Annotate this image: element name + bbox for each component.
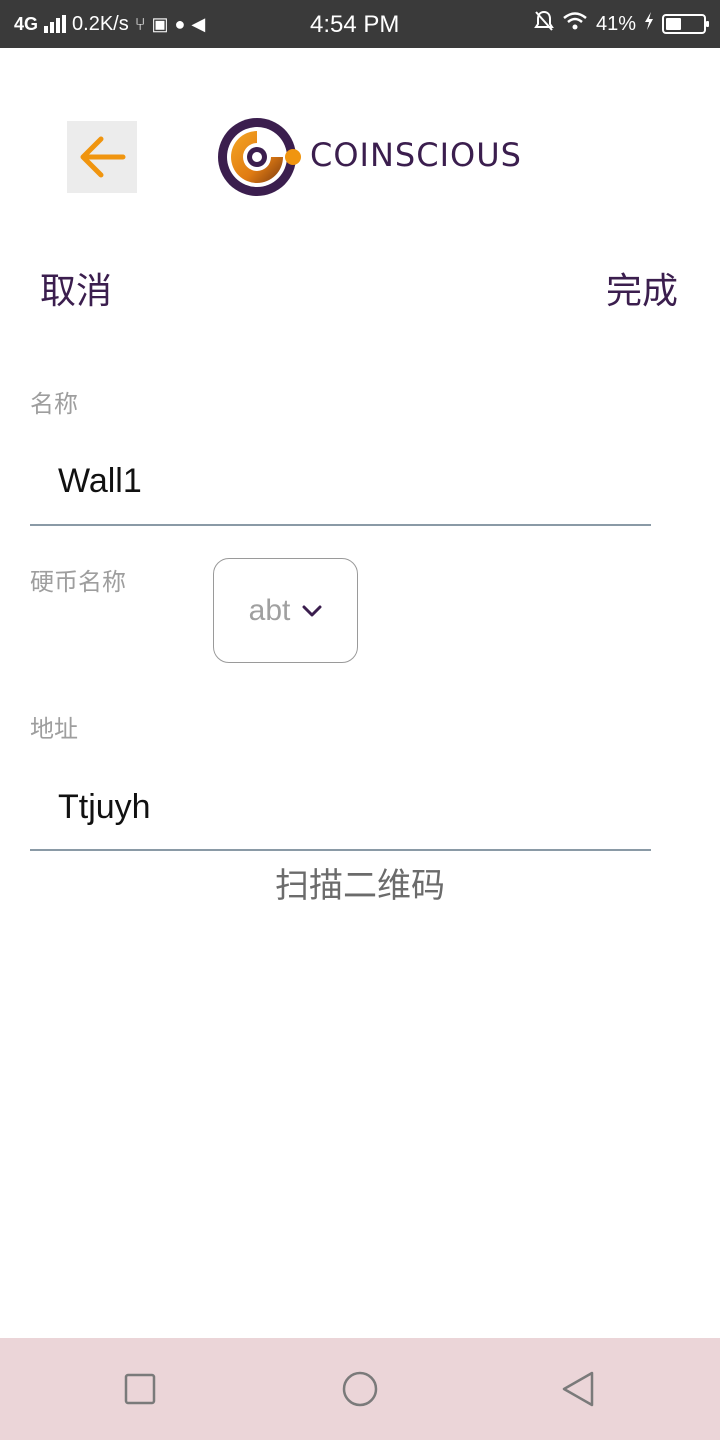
coin-select-value: abt (248, 593, 291, 627)
home-button[interactable] (310, 1338, 410, 1440)
status-time: 4:54 PM (310, 11, 400, 38)
signal-icon (44, 15, 67, 33)
back-nav-button[interactable] (528, 1338, 628, 1440)
address-label: 地址 (30, 715, 78, 743)
volume-icon: ◀ (191, 13, 206, 34)
status-left: 4G 0.2K/s ⑂ ▣ ● ◀ (14, 0, 205, 48)
name-input[interactable]: Wall1 (58, 462, 142, 501)
address-input[interactable]: Ttjuyh (58, 788, 151, 827)
status-bar: 4G 0.2K/s ⑂ ▣ ● ◀ 4:54 PM 41% (0, 0, 720, 48)
circle-icon (342, 1371, 378, 1407)
bell-off-icon (534, 10, 554, 38)
coin-label: 硬币名称 (30, 568, 126, 596)
wifi-icon (562, 11, 588, 37)
network-type: 4G (14, 13, 39, 34)
arrow-left-icon (80, 136, 126, 178)
address-underline (30, 849, 651, 851)
scan-qr-button[interactable]: 扫描二维码 (0, 858, 720, 907)
chevron-down-icon (302, 605, 322, 616)
network-speed: 0.2K/s (72, 12, 129, 35)
name-label: 名称 (30, 390, 78, 418)
coin-select[interactable]: abt (213, 558, 358, 663)
coinscious-logo-icon (215, 115, 303, 199)
recent-apps-button[interactable] (90, 1338, 190, 1440)
brand-name: COINSCIOUS (310, 136, 522, 174)
usb-icon: ⑂ (134, 13, 146, 34)
battery-icon (662, 14, 709, 34)
cancel-button[interactable]: 取消 (40, 262, 112, 314)
name-underline (30, 524, 651, 526)
triangle-back-icon (562, 1371, 594, 1407)
status-right: 41% (534, 0, 709, 48)
done-button[interactable]: 完成 (606, 262, 678, 314)
charging-icon (644, 12, 654, 36)
usb-debug-icon: ▣ (151, 13, 169, 34)
square-icon (124, 1373, 156, 1405)
back-button[interactable] (67, 121, 137, 193)
battery-percent: 41% (595, 12, 636, 35)
navigation-bar (0, 1338, 720, 1440)
message-icon: ● (174, 13, 186, 34)
